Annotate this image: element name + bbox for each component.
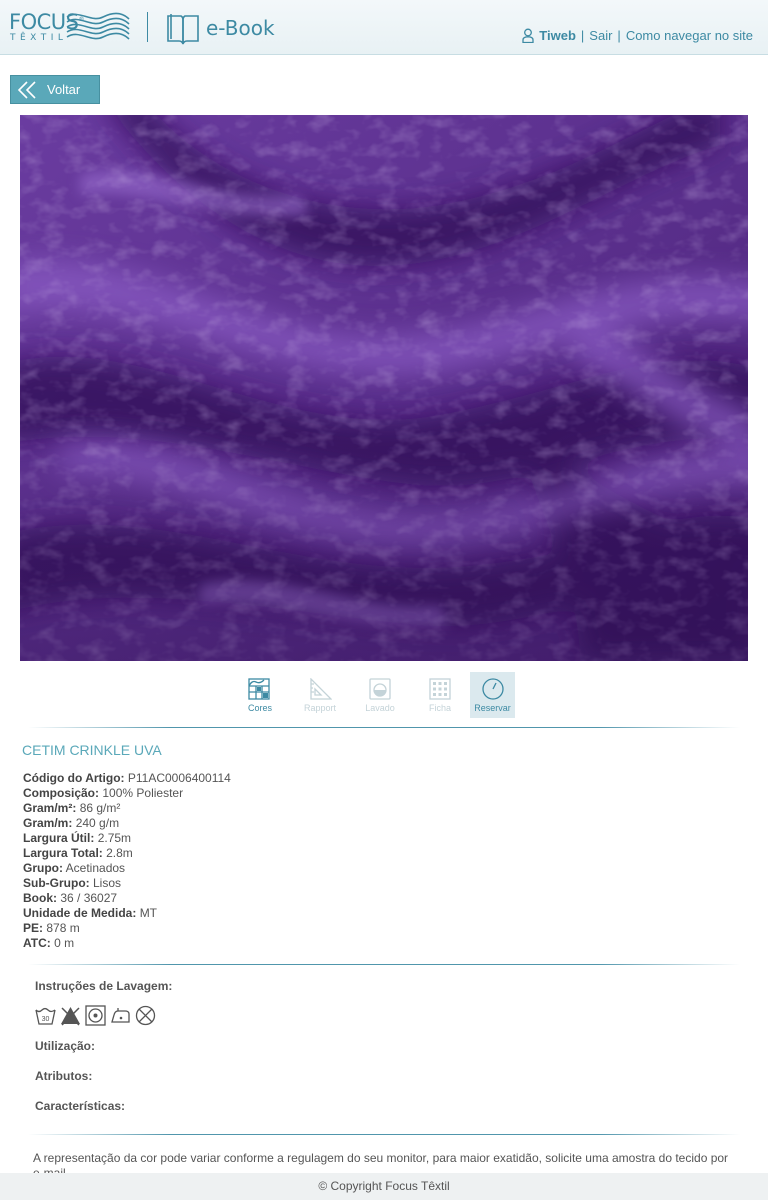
care-title: Instruções de Lavagem: (35, 979, 173, 993)
spec-row: Unidade de Medida: MT (23, 906, 231, 921)
spec-row: Largura Útil: 2.75m (23, 831, 231, 846)
spec-label: Book: (23, 891, 57, 905)
spec-value: MT (139, 906, 158, 920)
spec-label: Largura Útil: (23, 831, 95, 845)
spec-row: Gram/m²: 86 g/m² (23, 801, 231, 816)
logo-subtitle: TÊXTIL (10, 33, 68, 43)
product-title: CETIM CRINKLE UVA (22, 742, 162, 758)
wash-temp: 30 (42, 1016, 50, 1023)
spec-value: 2.75m (97, 831, 132, 845)
spec-label: Sub-Grupo: (23, 876, 90, 890)
header-divider (147, 12, 148, 42)
footer: © Copyright Focus Têxtil (0, 1173, 768, 1200)
clock-icon (481, 678, 504, 700)
spec-label: PE: (23, 921, 44, 935)
spec-label: Gram/m²: (23, 801, 77, 815)
care-icons: 30 (35, 1005, 156, 1026)
usage-label: Utilização: (35, 1039, 96, 1053)
user-name-link[interactable]: Tiweb (539, 28, 576, 43)
tool-lavado[interactable]: Lavado (350, 672, 410, 718)
tool-rapport[interactable]: Rapport (290, 672, 350, 718)
spec-value: P11AC0006400114 (127, 771, 231, 785)
characteristics-label: Características: (35, 1099, 126, 1113)
divider (28, 964, 740, 965)
spec-label: Grupo: (23, 861, 63, 875)
back-button[interactable]: Voltar (10, 75, 100, 104)
tool-ficha[interactable]: Ficha (410, 672, 470, 718)
no-dry-clean-icon (135, 1005, 156, 1026)
spec-label: Gram/m: (23, 816, 73, 830)
product-specs: Código do Artigo: P11AC0006400114 Compos… (23, 771, 231, 951)
spec-row: Grupo: Acetinados (23, 861, 231, 876)
tool-cores-label: Cores (247, 703, 272, 713)
spec-row: PE: 878 m (23, 921, 231, 936)
user-nav: Tiweb | Sair | Como navegar no site (522, 28, 753, 43)
wash-30-icon: 30 (35, 1007, 56, 1025)
double-chevron-left-icon (17, 80, 36, 99)
divider (28, 1134, 740, 1135)
tool-reservar-label: Reservar (474, 703, 511, 713)
spec-row: Gram/m: 240 g/m (23, 816, 231, 831)
ebook-label: e-Book (206, 16, 275, 40)
wash-bowl-icon (369, 678, 391, 700)
back-button-label: Voltar (47, 82, 81, 97)
divider (28, 727, 740, 728)
spec-row: ATC: 0 m (23, 936, 231, 951)
nav-separator: | (617, 28, 621, 43)
spec-label: ATC: (23, 936, 51, 950)
tool-reservar[interactable]: Reservar (470, 672, 515, 718)
tool-ficha-label: Ficha (428, 703, 451, 713)
spec-row: Largura Total: 2.8m (23, 846, 231, 861)
fabric-photo (20, 115, 748, 661)
help-link[interactable]: Como navegar no site (626, 28, 753, 43)
spec-row: Sub-Grupo: Lisos (23, 876, 231, 891)
spec-label: Unidade de Medida: (23, 906, 137, 920)
spec-value: 86 g/m² (79, 801, 121, 815)
spec-row: Book: 36 / 36027 (23, 891, 231, 906)
grid-icon (429, 678, 451, 700)
nav-separator: | (580, 28, 585, 43)
spec-value: 240 g/m (75, 816, 120, 830)
product-toolbar: Cores Rapport Lavado Ficha Reservar (230, 672, 515, 718)
spec-value: 0 m (54, 936, 75, 950)
spec-label: Composição: (23, 786, 100, 800)
spec-row: Composição: 100% Poliester (23, 786, 231, 801)
logout-link[interactable]: Sair (589, 28, 612, 43)
product-image (20, 115, 748, 661)
book-icon (167, 14, 199, 45)
focus-textil-logo[interactable]: FOCUS® TÊXTIL (9, 10, 131, 44)
attributes-label: Atributos: (35, 1069, 93, 1083)
spec-value: Lisos (93, 876, 122, 890)
spec-value: Acetinados (65, 861, 126, 875)
spec-value: 36 / 36027 (60, 891, 118, 905)
spec-value: 878 m (46, 921, 80, 935)
logo-waves-icon (66, 12, 130, 40)
spec-row: Código do Artigo: P11AC0006400114 (23, 771, 231, 786)
spec-label: Largura Total: (23, 846, 103, 860)
user-icon (522, 28, 534, 43)
spec-value: 100% Poliester (102, 786, 184, 800)
no-bleach-icon (61, 1007, 80, 1026)
copyright-text: © Copyright Focus Têxtil (318, 1179, 450, 1193)
color-grid-icon (248, 678, 270, 700)
spec-label: Código do Artigo: (23, 771, 125, 785)
ruler-triangle-icon (310, 678, 332, 700)
tumble-dry-icon (85, 1005, 106, 1026)
header: FOCUS® TÊXTIL e-Book Tiweb | Sair | Como… (0, 0, 768, 55)
tool-lavado-label: Lavado (365, 703, 395, 713)
tool-cores[interactable]: Cores (230, 672, 290, 718)
tool-rapport-label: Rapport (303, 703, 337, 713)
iron-low-icon (111, 1008, 130, 1023)
spec-value: 2.8m (106, 846, 133, 860)
